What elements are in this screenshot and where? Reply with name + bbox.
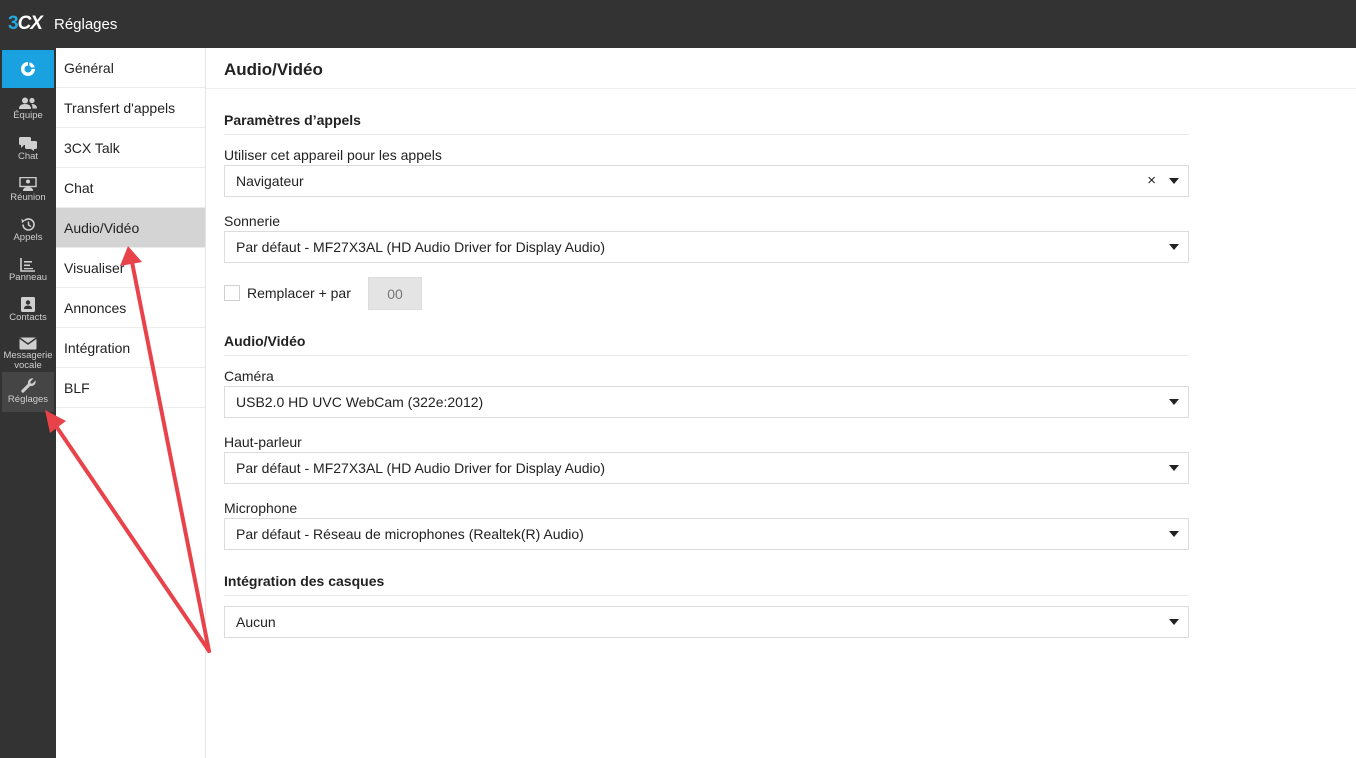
rail-label: Contacts: [9, 312, 47, 323]
device-value: Navigateur: [236, 173, 304, 189]
chevron-down-icon[interactable]: [1169, 531, 1179, 537]
rail-label: Réglages: [7, 394, 49, 405]
icon-rail: Équipe Chat Réunion Appels Panneau Conta…: [0, 48, 56, 758]
headset-select[interactable]: Aucun: [224, 606, 1189, 638]
team-icon: [19, 97, 37, 109]
ringtone-label: Sonnerie: [224, 213, 281, 229]
rail-label: Panneau: [8, 272, 48, 283]
3cx-home-icon: [21, 62, 35, 76]
camera-value: USB2.0 HD UVC WebCam (322e:2012): [236, 394, 484, 410]
ringtone-value: Par défaut - MF27X3AL (HD Audio Driver f…: [236, 239, 606, 255]
chevron-down-icon[interactable]: [1169, 465, 1179, 471]
rail-label: Messagerie vocale: [3, 350, 53, 371]
rail-item-appels[interactable]: Appels: [0, 212, 56, 252]
chevron-down-icon[interactable]: [1169, 619, 1179, 625]
headset-value: Aucun: [236, 614, 276, 630]
title-divider: [206, 88, 1356, 89]
rail-item-reunion[interactable]: Réunion: [0, 172, 56, 212]
replace-plus-checkbox[interactable]: [224, 285, 240, 301]
mic-select[interactable]: Par défaut - Réseau de microphones (Real…: [224, 518, 1189, 550]
section-headset: Intégration des casques: [224, 573, 1189, 596]
replace-plus-input[interactable]: 00: [368, 277, 422, 310]
app-title: Réglages: [53, 15, 118, 33]
submenu-item-annonces[interactable]: Annonces: [56, 288, 205, 328]
replace-plus-label: Remplacer + par: [247, 285, 351, 301]
rail-label: Réunion: [10, 192, 46, 203]
mic-value: Par défaut - Réseau de microphones (Real…: [236, 526, 584, 542]
camera-select[interactable]: USB2.0 HD UVC WebCam (322e:2012): [224, 386, 1189, 418]
meeting-icon: [19, 177, 37, 191]
submenu-item-audio-video[interactable]: Audio/Vidéo: [56, 208, 205, 248]
camera-label: Caméra: [224, 368, 274, 384]
rail-label: Appels: [13, 232, 43, 243]
history-icon: [21, 218, 35, 231]
submenu-item-integration[interactable]: Intégration: [56, 328, 205, 368]
rail-item-contacts[interactable]: Contacts: [0, 292, 56, 332]
chat-icon: [19, 137, 37, 151]
submenu-item-3cx-talk[interactable]: 3CX Talk: [56, 128, 205, 168]
submenu-item-blf[interactable]: BLF: [56, 368, 205, 408]
speaker-label: Haut-parleur: [224, 434, 302, 450]
wrench-icon: [20, 378, 36, 393]
speaker-select[interactable]: Par défaut - MF27X3AL (HD Audio Driver f…: [224, 452, 1189, 484]
3cx-logo: 3 CX: [8, 13, 43, 35]
submenu-item-visualiser[interactable]: Visualiser: [56, 248, 205, 288]
chevron-down-icon[interactable]: [1169, 399, 1179, 405]
clear-icon[interactable]: ×: [1147, 172, 1156, 189]
rail-item-panneau[interactable]: Panneau: [0, 252, 56, 292]
rail-label: Chat: [17, 151, 39, 162]
voicemail-icon: [19, 337, 37, 350]
chevron-down-icon[interactable]: [1169, 178, 1179, 184]
rail-item-equipe[interactable]: Équipe: [0, 92, 56, 132]
speaker-value: Par défaut - MF27X3AL (HD Audio Driver f…: [236, 460, 606, 476]
rail-item-chat[interactable]: Chat: [0, 132, 56, 172]
top-bar: 3 CX Réglages: [0, 0, 1356, 48]
logo-cx: CX: [17, 13, 43, 34]
chevron-down-icon[interactable]: [1169, 244, 1179, 250]
device-select[interactable]: Navigateur ×: [224, 165, 1189, 197]
logo-3: 3: [8, 13, 19, 34]
main-content: Audio/Vidéo Paramètres d’appels Utiliser…: [206, 48, 1356, 758]
ringtone-select[interactable]: Par défaut - MF27X3AL (HD Audio Driver f…: [224, 231, 1189, 263]
device-label: Utiliser cet appareil pour les appels: [224, 147, 442, 163]
section-call-params: Paramètres d’appels: [224, 112, 1189, 135]
submenu-item-general[interactable]: Général: [56, 48, 205, 88]
mic-label: Microphone: [224, 500, 298, 516]
submenu-item-chat[interactable]: Chat: [56, 168, 205, 208]
submenu-item-transfert[interactable]: Transfert d'appels: [56, 88, 205, 128]
panel-icon: [20, 258, 35, 272]
page-title: Audio/Vidéo: [224, 60, 323, 79]
settings-submenu: Général Transfert d'appels 3CX Talk Chat…: [56, 48, 206, 758]
contacts-icon: [21, 297, 35, 312]
rail-label: Équipe: [13, 110, 43, 121]
home-button[interactable]: [2, 50, 54, 88]
section-audio-video: Audio/Vidéo: [224, 333, 1189, 356]
rail-item-reglages[interactable]: Réglages: [2, 372, 54, 412]
